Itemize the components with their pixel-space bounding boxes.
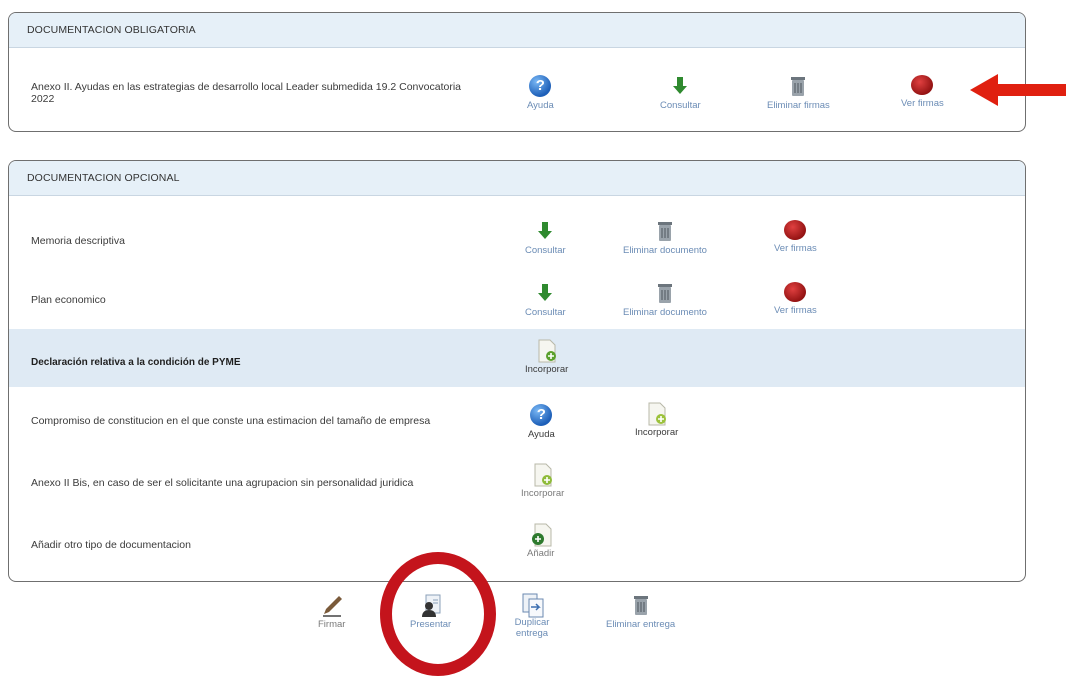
download-arrow-icon [669, 75, 691, 97]
optional-row-memoria: Memoria descriptiva Consultar Eliminar d… [9, 196, 1025, 256]
help-button[interactable]: ? Ayuda [528, 404, 555, 440]
mandatory-row-anexo-ii: Anexo II. Ayudas en las estrategias de d… [9, 48, 1025, 131]
wax-seal-icon [911, 75, 934, 95]
view-signatures-button[interactable]: Ver firmas [901, 75, 944, 109]
document-add-icon [530, 523, 552, 547]
annotation-arrow-icon [970, 74, 1066, 106]
document-add-icon [532, 463, 554, 487]
add-other-button[interactable]: Añadir [527, 523, 554, 559]
row-label: Añadir otro tipo de documentacion [31, 539, 191, 551]
optional-row-compromiso: Compromiso de constitucion en el que con… [9, 387, 1025, 451]
consult-button[interactable]: Consultar [660, 75, 701, 111]
row-label: Anexo II Bis, en caso de ser el solicita… [31, 477, 414, 489]
help-button[interactable]: ? Ayuda [527, 75, 554, 111]
trash-bin-icon [787, 75, 809, 97]
row-label: Declaración relativa a la condición de P… [31, 357, 241, 368]
sign-button[interactable]: Firmar [318, 594, 345, 630]
mandatory-docs-title: DOCUMENTACION OBLIGATORIA [27, 24, 196, 36]
row-label: Compromiso de constitucion en el que con… [31, 415, 431, 427]
pen-icon [321, 594, 343, 617]
trash-bin-icon [630, 594, 652, 616]
delete-signatures-button[interactable]: Eliminar firmas [767, 75, 830, 111]
download-arrow-icon [534, 282, 556, 304]
optional-row-pyme: Declaración relativa a la condición de P… [9, 329, 1025, 387]
annotation-circle-icon [380, 552, 496, 676]
row-label: Memoria descriptiva [31, 235, 125, 247]
add-document-button[interactable]: Incorporar [521, 463, 564, 499]
consult-button[interactable]: Consultar [525, 220, 566, 256]
optional-row-plan: Plan economico Consultar Eliminar docume… [9, 252, 1025, 329]
document-add-icon [536, 339, 558, 363]
trash-bin-icon [654, 220, 676, 242]
wax-seal-icon [784, 220, 807, 240]
mandatory-docs-header: DOCUMENTACION OBLIGATORIA [9, 13, 1025, 48]
view-signatures-button[interactable]: Ver firmas [774, 220, 817, 254]
optional-docs-header: DOCUMENTACION OPCIONAL [9, 161, 1025, 196]
row-label: Plan economico [31, 294, 106, 306]
optional-docs-title: DOCUMENTACION OPCIONAL [27, 172, 180, 184]
duplicate-delivery-button[interactable]: Duplicar entrega [512, 592, 552, 639]
wax-seal-icon [784, 282, 807, 302]
add-document-button[interactable]: Incorporar [635, 402, 678, 438]
mandatory-row-label: Anexo II. Ayudas en las estrategias de d… [31, 81, 461, 105]
help-icon: ? [530, 404, 553, 426]
trash-bin-icon [654, 282, 676, 304]
delete-delivery-button[interactable]: Eliminar entrega [606, 594, 675, 630]
consult-button[interactable]: Consultar [525, 282, 566, 318]
download-arrow-icon [534, 220, 556, 242]
document-add-icon [646, 402, 668, 426]
duplicate-document-icon [521, 592, 544, 618]
delete-document-button[interactable]: Eliminar documento [623, 220, 707, 256]
optional-row-otro: Añadir otro tipo de documentacion Añadir [9, 511, 1025, 581]
optional-docs-panel: DOCUMENTACION OPCIONAL Memoria descripti… [8, 160, 1026, 582]
delete-document-button[interactable]: Eliminar documento [623, 282, 707, 318]
view-signatures-button[interactable]: Ver firmas [774, 282, 817, 316]
mandatory-docs-panel: DOCUMENTACION OBLIGATORIA Anexo II. Ayud… [8, 12, 1026, 132]
add-document-button[interactable]: Incorporar [525, 339, 568, 375]
optional-row-anexo-bis: Anexo II Bis, en caso de ser el solicita… [9, 451, 1025, 511]
help-icon: ? [529, 75, 552, 97]
